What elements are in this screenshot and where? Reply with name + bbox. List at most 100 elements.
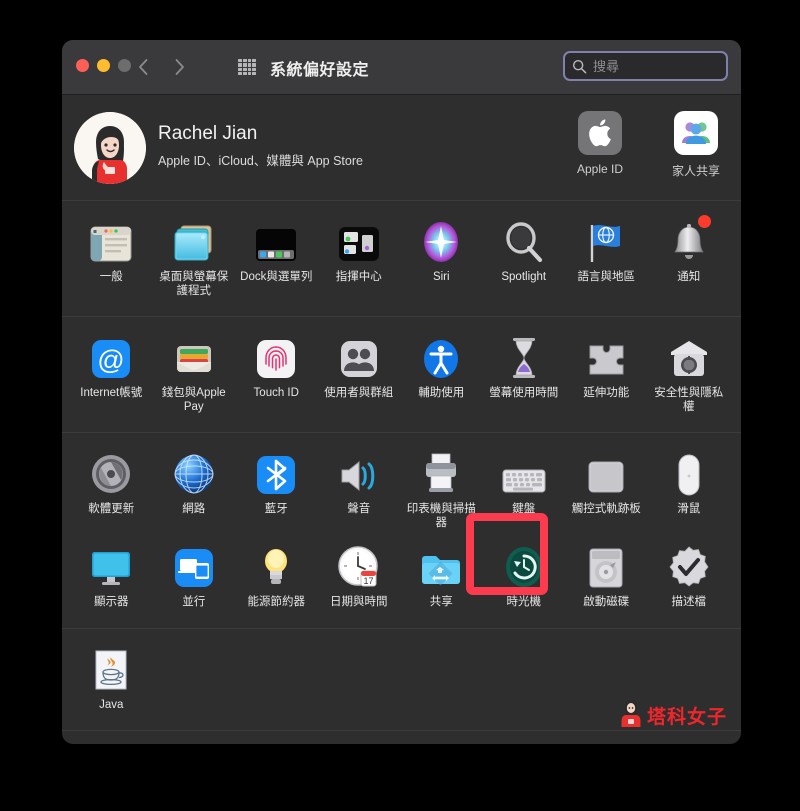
pref-item-label: 啟動磁碟 <box>583 596 630 608</box>
pref-item-sidecar[interactable]: 並行 <box>153 538 236 618</box>
pref-item-label: 指揮中心 <box>335 271 382 283</box>
search-input[interactable] <box>593 58 703 74</box>
system-preferences-window: 系統偏好設定 搜尋 Rachel Jian Apple ID、iCloud、媒體… <box>62 40 741 744</box>
pref-item-security-privacy[interactable]: 安全性與隱私權 <box>648 329 731 422</box>
watermark: 塔科女子 <box>620 699 727 732</box>
pref-item-sharing[interactable]: 共享 <box>400 538 483 618</box>
apple-id-account-row[interactable]: Rachel Jian Apple ID、iCloud、媒體與 App Stor… <box>62 95 741 201</box>
pref-item-software-update[interactable]: 軟體更新 <box>70 445 153 538</box>
pref-item-label: 並行 <box>182 596 206 608</box>
keyboard-icon <box>483 448 566 496</box>
page-title: 系統偏好設定 <box>270 62 370 79</box>
pref-item-printers-scanners[interactable]: 印表機與掃描器 <box>400 445 483 538</box>
minimize-button[interactable] <box>97 59 110 72</box>
account-name: Rachel Jian <box>158 123 258 144</box>
pref-item-label: Siri <box>432 271 450 283</box>
pref-item-screen-time[interactable]: 螢幕使用時間 <box>483 329 566 422</box>
pref-item-label: 軟體更新 <box>88 503 135 515</box>
pref-item-label: 延伸功能 <box>583 387 630 399</box>
siri-icon <box>400 216 483 264</box>
pref-item-mission-control[interactable]: 指揮中心 <box>318 213 401 306</box>
pref-item-notifications[interactable]: 通知 <box>648 213 731 306</box>
printers-scanners-icon <box>400 448 483 496</box>
pref-item-label: 鍵盤 <box>512 503 536 515</box>
notifications-icon <box>648 216 731 264</box>
preferences-row: 一般 桌面與螢幕保護程式 Dock與選單列 指揮中心 Siri Spotligh… <box>70 213 733 306</box>
pref-item-users-groups[interactable]: 使用者與群組 <box>318 329 401 422</box>
pref-item-time-machine[interactable]: 時光機 <box>483 538 566 618</box>
pref-item-profiles[interactable]: 描述檔 <box>648 538 731 618</box>
pref-item-label: 錢包與Apple Pay <box>161 387 226 413</box>
users-groups-icon <box>318 332 401 380</box>
pref-item-mouse[interactable]: 滑鼠 <box>648 445 731 538</box>
pref-item-startup-disk[interactable]: 啟動磁碟 <box>565 538 648 618</box>
pref-item-label: Dock與選單列 <box>240 271 313 283</box>
pref-item-extensions[interactable]: 延伸功能 <box>565 329 648 422</box>
screen-time-icon <box>483 332 566 380</box>
network-icon <box>153 448 236 496</box>
pref-item-wallet-applepay[interactable]: 錢包與Apple Pay <box>153 329 236 422</box>
search-field[interactable] <box>563 51 728 81</box>
internet-accounts-icon: @ <box>70 332 153 380</box>
pref-item-touch-id[interactable]: Touch ID <box>235 329 318 422</box>
shortcut-family-sharing[interactable]: 家人共享 <box>661 111 731 179</box>
pref-item-label: 顯示器 <box>94 596 129 608</box>
maximize-button[interactable] <box>118 59 131 72</box>
avatar[interactable] <box>74 112 146 184</box>
pref-item-bluetooth[interactable]: 藍牙 <box>235 445 318 538</box>
pref-item-label: 一般 <box>99 271 123 283</box>
pref-item-accessibility[interactable]: 輔助使用 <box>400 329 483 422</box>
sharing-icon <box>400 541 483 589</box>
pref-item-internet-accounts[interactable]: @ Internet帳號 <box>70 329 153 422</box>
pref-item-date-time[interactable]: 17 日期與時間 <box>318 538 401 618</box>
trackpad-icon <box>565 448 648 496</box>
close-button[interactable] <box>76 59 89 72</box>
spotlight-icon <box>483 216 566 264</box>
pref-item-energy-saver[interactable]: 能源節約器 <box>235 538 318 618</box>
back-chevron-icon[interactable] <box>132 54 154 80</box>
pref-item-sound[interactable]: 聲音 <box>318 445 401 538</box>
show-all-grid-icon[interactable] <box>238 59 256 75</box>
pref-item-label: 安全性與隱私權 <box>654 387 724 413</box>
date-time-icon: 17 <box>318 541 401 589</box>
pref-item-spotlight[interactable]: Spotlight <box>483 213 566 306</box>
preferences-row: 顯示器 並行 能源節約器 17 日期與時間 共享 時光機 啟動磁碟 描述檔 <box>70 538 733 618</box>
pref-item-label: 描述檔 <box>671 596 707 608</box>
preferences-row: @ Internet帳號 錢包與Apple Pay Touch ID 使用者與群… <box>70 329 733 422</box>
pref-item-siri[interactable]: Siri <box>400 213 483 306</box>
pref-item-trackpad[interactable]: 觸控式軌跡板 <box>565 445 648 538</box>
preferences-section-personal: 一般 桌面與螢幕保護程式 Dock與選單列 指揮中心 Siri Spotligh… <box>62 201 741 317</box>
pref-item-label: 語言與地區 <box>577 271 636 283</box>
sidecar-icon <box>153 541 236 589</box>
shortcut-label: 家人共享 <box>671 164 720 178</box>
sound-icon <box>318 448 401 496</box>
pref-item-label: 共享 <box>429 596 453 608</box>
pref-item-label: 時光機 <box>506 596 542 608</box>
pref-item-label: 桌面與螢幕保護程式 <box>159 271 229 297</box>
preferences-section-other: Java 塔科女子 <box>62 628 741 732</box>
svg-text:@: @ <box>98 345 125 375</box>
preferences-section-accounts: @ Internet帳號 錢包與Apple Pay Touch ID 使用者與群… <box>62 317 741 433</box>
pref-item-keyboard[interactable]: 鍵盤 <box>483 445 566 538</box>
dock-menubar-icon <box>235 216 318 264</box>
energy-saver-icon <box>235 541 318 589</box>
forward-chevron-icon[interactable] <box>168 54 190 80</box>
watermark-text: 塔科女子 <box>646 707 727 728</box>
pref-item-desktop-screensaver[interactable]: 桌面與螢幕保護程式 <box>153 213 236 306</box>
pref-item-displays[interactable]: 顯示器 <box>70 538 153 618</box>
pref-item-language-region[interactable]: 語言與地區 <box>565 213 648 306</box>
pref-item-java[interactable]: Java <box>70 641 153 721</box>
pref-item-label: 觸控式軌跡板 <box>571 503 641 515</box>
mouse-icon <box>648 448 731 496</box>
pref-item-network[interactable]: 網路 <box>153 445 236 538</box>
pref-item-label: 滑鼠 <box>677 503 701 515</box>
accessibility-icon <box>400 332 483 380</box>
pref-item-dock-menubar[interactable]: Dock與選單列 <box>235 213 318 306</box>
pref-item-label: 使用者與群組 <box>324 387 394 399</box>
bluetooth-icon <box>235 448 318 496</box>
pref-item-general[interactable]: 一般 <box>70 213 153 306</box>
shortcut-apple-id[interactable]: Apple ID <box>565 111 635 179</box>
time-machine-icon <box>483 541 566 589</box>
titlebar: 系統偏好設定 <box>62 40 741 95</box>
pref-item-label: 日期與時間 <box>330 596 388 608</box>
